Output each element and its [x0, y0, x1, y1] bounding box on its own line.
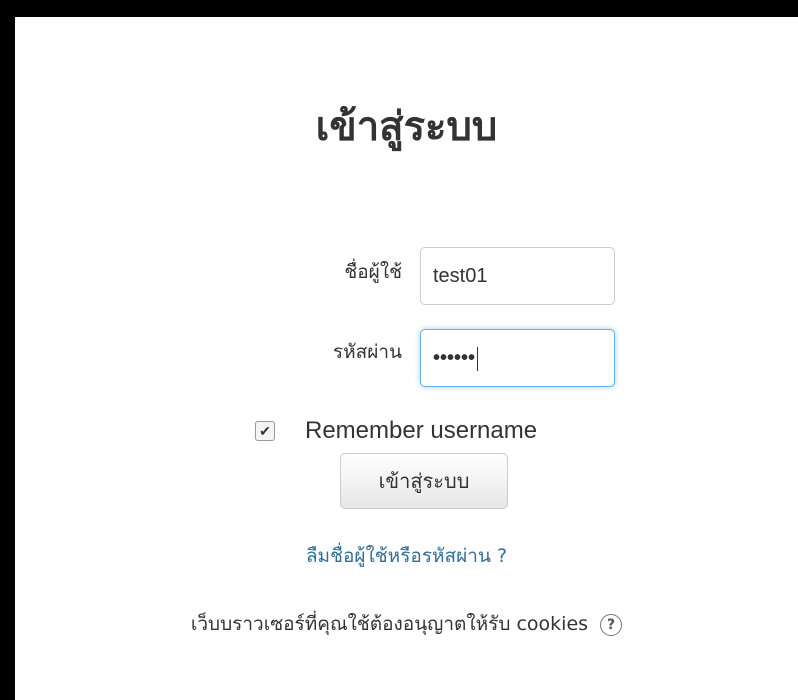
- username-value: test01: [433, 265, 488, 287]
- password-field[interactable]: ••••••: [420, 329, 615, 387]
- cookies-notice: เว็บบราวเซอร์ที่คุณใช้ต้องอนุญาตให้รับ c…: [15, 609, 798, 639]
- forgot-password-link[interactable]: ลืมชื่อผู้ใช้หรือรหัสผ่าน ?: [15, 541, 798, 571]
- cookies-notice-text: เว็บบราวเซอร์ที่คุณใช้ต้องอนุญาตให้รับ c…: [190, 613, 589, 635]
- password-label: รหัสผ่าน: [332, 341, 402, 363]
- page-title: เข้าสู่ระบบ: [315, 104, 498, 150]
- text-caret: [477, 346, 479, 371]
- remember-label[interactable]: Remember username: [305, 417, 537, 445]
- username-field[interactable]: test01: [420, 247, 615, 305]
- remember-username-row[interactable]: ✔ Remember username: [255, 417, 537, 445]
- login-button[interactable]: เข้าสู่ระบบ: [340, 453, 508, 509]
- help-icon[interactable]: ?: [600, 613, 623, 636]
- username-label: ชื่อผู้ใช้: [344, 261, 402, 283]
- login-panel: เข้าสู่ระบบ ชื่อผู้ใช้ test01 รหัสผ่าน •…: [15, 17, 798, 700]
- check-icon: ✔: [259, 422, 271, 439]
- remember-checkbox[interactable]: ✔: [255, 421, 275, 441]
- password-value: ••••••: [433, 347, 476, 369]
